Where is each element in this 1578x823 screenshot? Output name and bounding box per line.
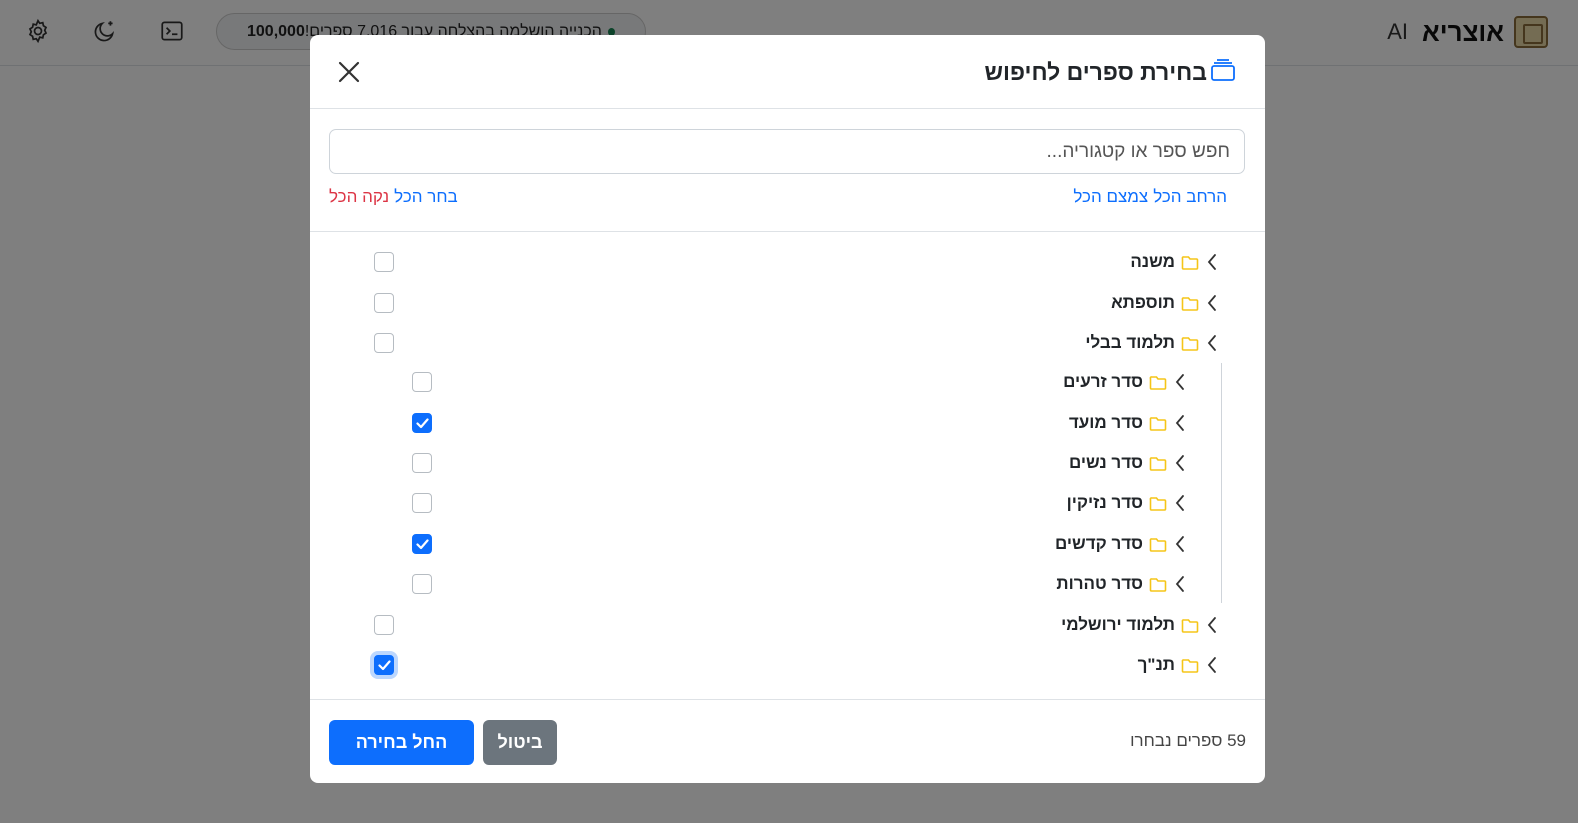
chevron-left-icon[interactable]	[1173, 529, 1187, 559]
folder-icon	[1181, 618, 1199, 633]
folder-icon	[1149, 416, 1167, 431]
chevron-left-icon[interactable]	[1173, 569, 1187, 599]
chevron-left-icon[interactable]	[1205, 650, 1219, 680]
folder-icon	[1149, 496, 1167, 511]
book-selection-modal: בחירת ספרים לחיפוש הרחב הכל צמצם הכל בחר…	[310, 35, 1265, 783]
chevron-left-icon[interactable]	[1173, 408, 1187, 438]
chevron-left-icon[interactable]	[1205, 288, 1219, 318]
check-icon	[377, 659, 391, 671]
folder-icon	[1181, 296, 1199, 311]
selected-count: 59 ספרים נבחרו	[1130, 731, 1246, 750]
modal-title: בחירת ספרים לחיפוש	[985, 55, 1237, 89]
tree-row-label: תנ"ך	[1138, 650, 1219, 680]
tree-item-label: תלמוד בבלי	[1085, 333, 1175, 352]
tree-row[interactable]: תנ"ך	[310, 650, 1265, 680]
tree-indent-line	[1221, 363, 1222, 603]
tree-item-checkbox[interactable]	[412, 372, 432, 392]
tree-row-label: סדר טהרות	[1056, 569, 1187, 599]
tree-item-label: תוספתא	[1111, 293, 1175, 312]
tree-row[interactable]: סדר קדשים	[310, 529, 1265, 559]
chevron-left-icon[interactable]	[1205, 247, 1219, 277]
tree-item-checkbox[interactable]	[374, 615, 394, 635]
clear-all-link[interactable]: נקה הכל	[329, 187, 389, 207]
chevron-left-icon[interactable]	[1205, 328, 1219, 358]
cancel-button[interactable]: ביטול	[483, 720, 557, 765]
folder-icon	[1181, 658, 1199, 673]
chevron-left-icon[interactable]	[1173, 488, 1187, 518]
folder-icon	[1181, 255, 1199, 270]
folder-icon	[1149, 577, 1167, 592]
tree-item-checkbox[interactable]	[412, 453, 432, 473]
modal-header: בחירת ספרים לחיפוש	[310, 35, 1265, 109]
book-stack-icon	[1209, 57, 1237, 88]
tree-row-label: סדר נזיקין	[1067, 488, 1187, 518]
check-icon	[415, 538, 429, 550]
tree-row[interactable]: תוספתא	[310, 288, 1265, 318]
tree-item-checkbox[interactable]	[412, 413, 432, 433]
chevron-left-icon[interactable]	[1173, 367, 1187, 397]
tree-item-checkbox[interactable]	[374, 333, 394, 353]
tree-row-label: תלמוד בבלי	[1085, 328, 1219, 358]
tree-item-checkbox[interactable]	[412, 534, 432, 554]
tree-row[interactable]: סדר נשים	[310, 448, 1265, 478]
folder-icon	[1149, 537, 1167, 552]
folder-icon	[1149, 375, 1167, 390]
tree-item-label: סדר זרעים	[1063, 372, 1143, 391]
tree-item-checkbox[interactable]	[374, 293, 394, 313]
close-icon[interactable]	[334, 57, 364, 87]
apply-selection-button[interactable]: החל בחירה	[329, 720, 474, 765]
collapse-all-link[interactable]: צמצם הכל	[1073, 187, 1148, 207]
tree-row-label: סדר קדשים	[1055, 529, 1187, 559]
folder-icon	[1181, 336, 1199, 351]
tree-row[interactable]: תלמוד בבלי	[310, 328, 1265, 358]
tree-row-label: משנה	[1130, 247, 1219, 277]
tree-item-label: תלמוד ירושלמי	[1061, 615, 1175, 634]
modal-title-text: בחירת ספרים לחיפוש	[984, 58, 1207, 85]
select-clear-links: בחר הכל נקה הכל	[329, 187, 458, 207]
tree-item-label: תנ"ך	[1137, 655, 1175, 674]
tree-row-label: תלמוד ירושלמי	[1061, 610, 1219, 640]
expand-all-link[interactable]: הרחב הכל	[1153, 187, 1227, 207]
tree-item-checkbox[interactable]	[412, 574, 432, 594]
tree-item-label: סדר קדשים	[1054, 534, 1143, 553]
tree-item-label: סדר נזיקין	[1066, 493, 1143, 512]
chevron-left-icon[interactable]	[1205, 610, 1219, 640]
tree-row[interactable]: סדר מועד	[310, 408, 1265, 438]
tree-item-checkbox[interactable]	[412, 493, 432, 513]
tree-row-label: סדר נשים	[1069, 448, 1187, 478]
tree-row-label: סדר זרעים	[1063, 367, 1187, 397]
tree-row[interactable]: משנה	[310, 247, 1265, 277]
tree-row[interactable]: סדר זרעים	[310, 367, 1265, 397]
tree-item-checkbox[interactable]	[374, 252, 394, 272]
folder-icon	[1149, 456, 1167, 471]
tree-item-label: משנה	[1130, 252, 1175, 271]
tree-item-checkbox[interactable]	[374, 655, 394, 675]
divider	[310, 231, 1265, 232]
book-search-input[interactable]	[329, 129, 1245, 174]
expand-collapse-links: הרחב הכל צמצם הכל	[1073, 187, 1227, 207]
check-icon	[415, 417, 429, 429]
tree-row[interactable]: תלמוד ירושלמי	[310, 610, 1265, 640]
tree-item-label: סדר נשים	[1069, 453, 1143, 472]
select-all-link[interactable]: בחר הכל	[394, 187, 458, 207]
tree-row-label: תוספתא	[1111, 288, 1219, 318]
tree-row[interactable]: סדר טהרות	[310, 569, 1265, 599]
tree-row-label: סדר מועד	[1069, 408, 1187, 438]
tree-row[interactable]: סדר נזיקין	[310, 488, 1265, 518]
divider	[310, 699, 1265, 700]
tree-item-label: סדר טהרות	[1056, 574, 1143, 593]
tree-item-label: סדר מועד	[1068, 413, 1143, 432]
chevron-left-icon[interactable]	[1173, 448, 1187, 478]
